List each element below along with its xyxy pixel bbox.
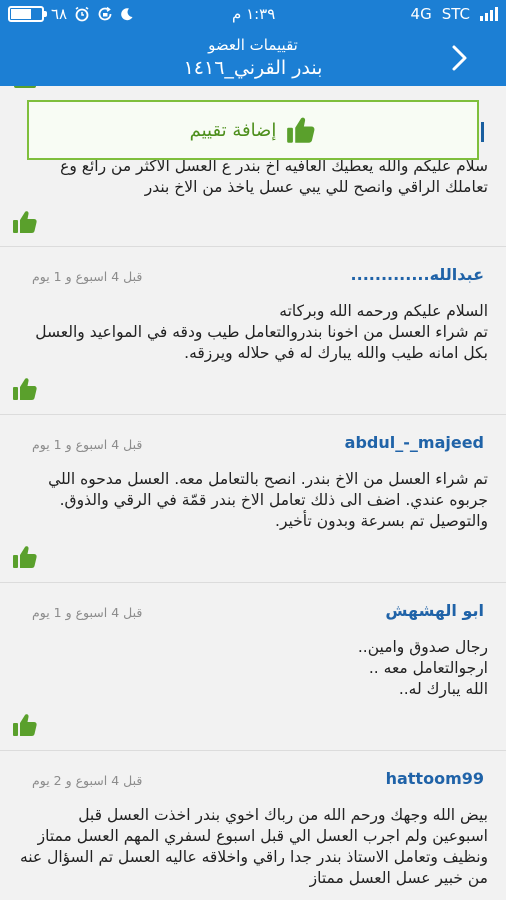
carrier-name: STC — [441, 5, 470, 23]
previous-review-text: سلام عليكم والله يعطيك العافيه اخ بندر ع… — [60, 157, 488, 196]
review-time: قبل 4 اسبوع و 2 يوم — [32, 773, 143, 788]
review-time: قبل 4 اسبوع و 1 يوم — [32, 269, 143, 284]
do-not-disturb-icon — [121, 8, 133, 21]
reviewer-name[interactable]: hattoom99 — [386, 769, 484, 788]
review-card: عبدالله............. قبل 4 اسبوع و 1 يوم… — [0, 246, 506, 414]
add-rating-label: إضافة تقييم — [189, 119, 277, 141]
thumbs-up-icon — [287, 117, 315, 143]
review-card: hattoom99 قبل 4 اسبوع و 2 يوم بيض الله و… — [0, 750, 506, 900]
header-title: بندر القرني_١٤١٦ — [183, 57, 323, 79]
reviewer-name[interactable]: عبدالله............. — [351, 265, 484, 284]
status-right: 4G STC — [411, 5, 498, 23]
status-time: ١:٣٩ م — [232, 5, 276, 23]
review-text: تم شراء العسل من الاخ بندر. انصح بالتعام… — [18, 469, 488, 532]
back-chevron-icon[interactable] — [450, 44, 470, 72]
battery-fill — [11, 9, 31, 19]
previous-name-edge — [481, 122, 484, 142]
review-card: abdul_-_majeed قبل 4 اسبوع و 1 يوم تم شر… — [0, 414, 506, 582]
review-line: رجال صدوق وامين.. — [357, 638, 488, 656]
review-line: بيض الله وجهك ورحم الله من رباك اخوي بند… — [19, 806, 488, 887]
review-card: ابو الهشهش قبل 4 اسبوع و 1 يوم رجال صدوق… — [0, 582, 506, 750]
reviews-list[interactable]: إضافة تقييم سلام عليكم والله يعطيك العاف… — [0, 86, 506, 900]
thumbs-up-icon[interactable] — [12, 713, 38, 737]
review-time: قبل 4 اسبوع و 1 يوم — [32, 605, 143, 620]
alarm-icon — [75, 6, 89, 22]
thumbs-up-icon[interactable] — [12, 377, 38, 401]
signal-icon — [480, 7, 498, 21]
thumbs-up-icon[interactable] — [12, 210, 38, 234]
nav-header: تقييمات العضو بندر القرني_١٤١٦ — [0, 30, 506, 86]
review-time: قبل 4 اسبوع و 1 يوم — [32, 437, 143, 452]
reviewer-name[interactable]: ابو الهشهش — [385, 601, 484, 620]
thumbs-up-icon[interactable] — [12, 545, 38, 569]
status-bar: ٦٨ ١:٣٩ م 4G STC — [0, 0, 506, 30]
review-line: تم شراء العسل من الاخ بندر. انصح بالتعام… — [48, 470, 488, 530]
review-line: تم شراء العسل من اخونا بندروالتعامل طيب … — [35, 323, 488, 362]
review-line: ارجوالتعامل معه .. — [368, 659, 488, 677]
battery-percent: ٦٨ — [51, 5, 68, 23]
review-line: السلام عليكم ورحمه الله وبركاته — [279, 302, 488, 320]
battery-icon — [8, 6, 47, 22]
thumbs-up-icon — [14, 86, 36, 88]
review-text: السلام عليكم ورحمه الله وبركاته تم شراء … — [18, 301, 488, 364]
review-text: رجال صدوق وامين.. ارجوالتعامل معه .. الل… — [18, 637, 488, 700]
review-line: الله يبارك له.. — [398, 680, 488, 698]
add-rating-button[interactable]: إضافة تقييم — [27, 100, 479, 160]
network-type: 4G — [410, 5, 432, 23]
header-subtitle: تقييمات العضو — [208, 36, 298, 54]
review-text: بيض الله وجهك ورحم الله من رباك اخوي بند… — [18, 805, 488, 889]
rotation-lock-icon — [98, 6, 112, 21]
status-left: ٦٨ — [8, 5, 134, 23]
reviewer-name[interactable]: abdul_-_majeed — [345, 433, 484, 452]
